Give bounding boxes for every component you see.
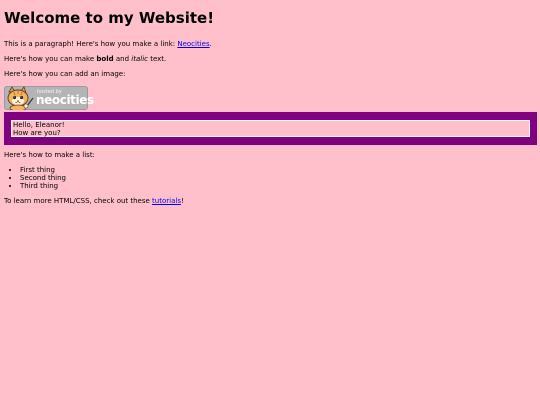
- hosted-by-neocities-badge[interactable]: hosted by neocities: [4, 86, 94, 112]
- link-paragraph-end: .: [209, 40, 212, 48]
- tutorials-link[interactable]: tutorials: [152, 197, 181, 205]
- list-item: First thing: [20, 166, 66, 174]
- neocities-link[interactable]: Neocities: [177, 40, 209, 48]
- page-title: Welcome to my Website!: [4, 9, 215, 27]
- format-paragraph-middle: and: [113, 55, 132, 63]
- learn-paragraph-end: !: [180, 197, 184, 205]
- greeting-box: Hello, Eleanor! How are you?: [4, 112, 537, 145]
- link-paragraph: This is a paragraph! Here's how you make…: [4, 40, 536, 49]
- format-paragraph-end: text.: [147, 55, 167, 63]
- link-paragraph-text: This is a paragraph! Here's how you make…: [4, 40, 178, 48]
- learn-paragraph-text: To learn more HTML/CSS, check out these: [4, 197, 153, 205]
- greeting-line-1: Hello, Eleanor!: [13, 121, 65, 129]
- image-paragraph: Here's how you can add an image:: [4, 70, 126, 78]
- page-content: Welcome to my Website! This is a paragra…: [0, 0, 540, 112]
- italic-text: italic: [131, 55, 148, 63]
- list-intro: Here's how to make a list:: [4, 151, 95, 159]
- greeting-inner-box: Hello, Eleanor! How are you?: [11, 120, 530, 137]
- list-item: Third thing: [20, 182, 66, 190]
- bold-text: bold: [96, 55, 114, 63]
- learn-paragraph: To learn more HTML/CSS, check out these …: [4, 197, 184, 206]
- things-list: First thing Second thing Third thing: [4, 166, 66, 190]
- neocities-cat-icon: [5, 86, 35, 112]
- badge-brand-text: neocities: [36, 93, 94, 107]
- greeting-line-2: How are you?: [13, 129, 61, 137]
- format-paragraph-text: Here's how you can make: [4, 55, 97, 63]
- list-item: Second thing: [20, 174, 66, 182]
- format-paragraph: Here's how you can make bold and italic …: [4, 55, 536, 64]
